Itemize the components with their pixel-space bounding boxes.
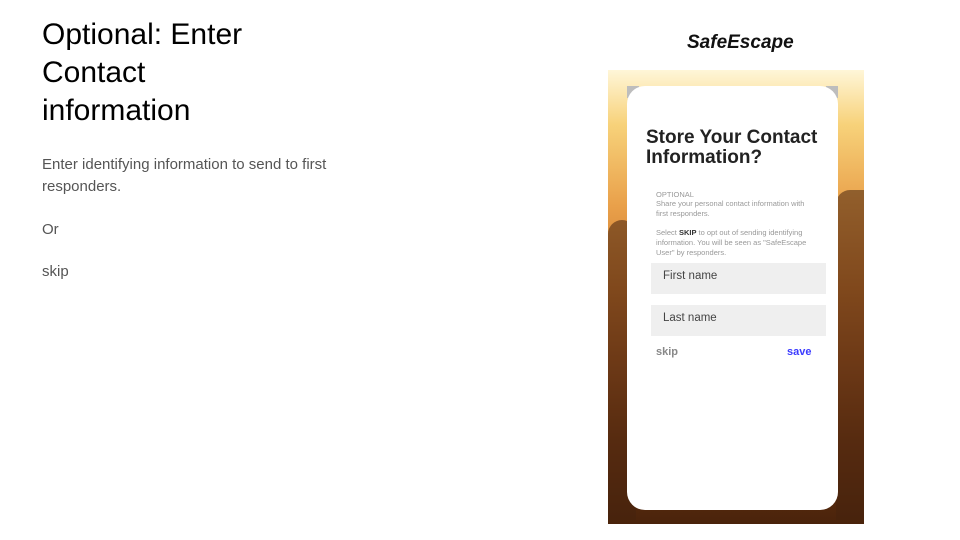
skip-button[interactable]: skip (656, 346, 678, 358)
last-name-input[interactable]: Last name (651, 305, 826, 336)
first-name-input[interactable]: First name (651, 263, 826, 294)
contact-info-card: Store Your Contact Information? OPTIONAL… (627, 86, 838, 510)
background-photo-figure (836, 190, 864, 520)
skip-note: Select SKIP to opt out of sending identi… (656, 228, 816, 258)
save-button[interactable]: save (787, 346, 811, 358)
slide-title: Optional: Enter Contact information (42, 18, 243, 127)
slide-description: Enter identifying information to send to… (42, 156, 327, 195)
card-heading: Store Your Contact Information? (646, 127, 818, 168)
skip-note-prefix: Select (656, 228, 679, 237)
skip-note-bold: SKIP (678, 228, 697, 237)
app-brand-logo: SafeEscape (687, 32, 794, 53)
slide-or-text: Or (42, 221, 59, 238)
phone-mockup: Store Your Contact Information? OPTIONAL… (608, 70, 864, 524)
share-text: Share your personal contact information … (656, 199, 805, 218)
slide-skip-text: skip (42, 263, 69, 280)
